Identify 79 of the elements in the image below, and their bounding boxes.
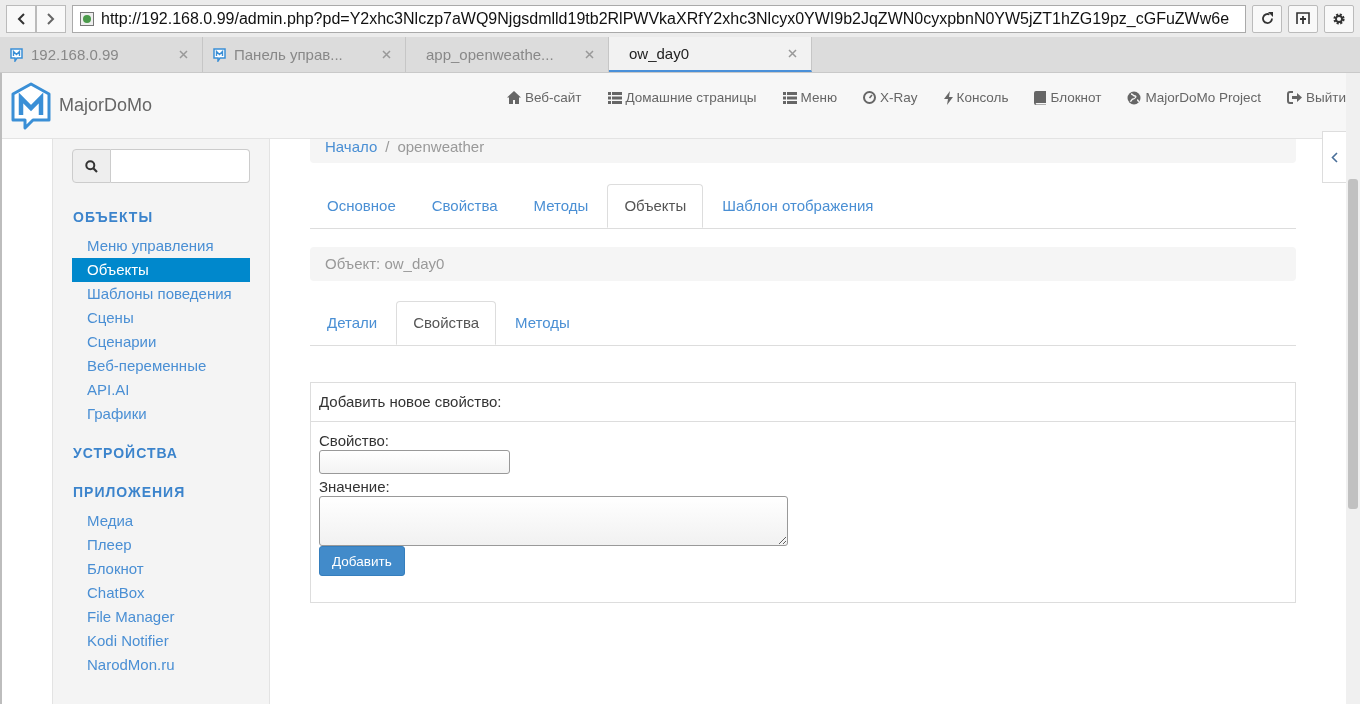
book-icon bbox=[1034, 90, 1047, 105]
page-icon bbox=[80, 11, 94, 26]
settings-icon bbox=[1332, 11, 1346, 26]
nav-link[interactable]: Веб-сайт bbox=[493, 90, 595, 105]
reload-button[interactable] bbox=[1252, 4, 1282, 33]
window-plus-icon bbox=[1296, 12, 1310, 25]
close-icon[interactable] bbox=[585, 50, 594, 59]
search-button[interactable] bbox=[72, 149, 111, 183]
tab[interactable]: Свойства bbox=[396, 301, 497, 345]
close-icon[interactable] bbox=[179, 50, 188, 59]
sidebar-item[interactable]: Объекты bbox=[72, 258, 250, 282]
sidebar-item[interactable]: Графики bbox=[72, 402, 250, 426]
sidebar-item[interactable]: NarodMon.ru bbox=[72, 653, 250, 677]
breadcrumb-separator: / bbox=[385, 139, 390, 155]
object-heading: Объект: ow_day0 bbox=[310, 247, 1296, 281]
tab[interactable]: Детали bbox=[310, 301, 395, 345]
m-logo-icon bbox=[10, 47, 23, 62]
brand-link[interactable]: MajorDoMo bbox=[11, 81, 153, 130]
m-logo-icon bbox=[11, 81, 51, 130]
section-heading[interactable]: УСТРОЙСТВА bbox=[73, 444, 250, 462]
nav-link[interactable]: Консоль bbox=[930, 90, 1022, 105]
nav-link[interactable]: MajorDoMo Project bbox=[1114, 90, 1274, 105]
sign-out-icon bbox=[1287, 91, 1302, 104]
lightning-icon bbox=[943, 90, 953, 105]
sidebar-item[interactable]: Сценарии bbox=[72, 330, 250, 354]
sidebar-item[interactable]: Сцены bbox=[72, 306, 250, 330]
nav-link[interactable]: X-Ray bbox=[850, 90, 931, 105]
chevron-right-icon bbox=[47, 12, 55, 25]
field-label: Значение: bbox=[319, 478, 390, 496]
add-button[interactable]: Добавить bbox=[319, 546, 405, 576]
sidebar-item[interactable]: ChatBox bbox=[72, 581, 250, 605]
close-icon[interactable] bbox=[788, 49, 797, 58]
sidebar-item[interactable]: File Manager bbox=[72, 605, 250, 629]
sidebar-item[interactable]: Шаблоны поведения bbox=[72, 282, 250, 306]
reload-icon bbox=[1260, 12, 1274, 25]
back-button[interactable] bbox=[6, 4, 36, 33]
list-icon bbox=[607, 91, 622, 104]
section-heading[interactable]: ОБЪЕКТЫ bbox=[73, 208, 250, 226]
sidebar-item[interactable]: Плеер bbox=[72, 533, 250, 557]
tab[interactable]: Методы bbox=[516, 184, 606, 228]
bookmark-button[interactable] bbox=[1288, 4, 1318, 33]
value-textarea[interactable] bbox=[319, 496, 788, 546]
list-icon bbox=[782, 91, 797, 104]
nav-link[interactable]: Меню bbox=[769, 90, 851, 105]
field-label: Свойство: bbox=[319, 432, 390, 450]
breadcrumb-item[interactable]: Начало bbox=[325, 139, 378, 155]
tab[interactable]: Методы bbox=[498, 301, 587, 345]
address-bar[interactable]: http://192.168.0.99/admin.php?pd=Y2xhc3Nlczp7aWQ9Njgsdmlld19tb2RlPWVkaXRfY2xhc3Nlcyx0YWI9b2JqZWN0cyxpbnN0YW5jZT1hZG19pz_cGFuZWw6e bbox=[72, 4, 1246, 33]
globe-icon bbox=[1127, 90, 1142, 105]
property-input[interactable] bbox=[319, 450, 510, 474]
tab[interactable]: Свойства bbox=[414, 184, 515, 228]
close-icon[interactable] bbox=[382, 50, 391, 59]
settings-button[interactable] bbox=[1324, 4, 1354, 33]
sidebar-item[interactable]: Медиа bbox=[72, 509, 250, 533]
m-logo-icon bbox=[213, 47, 226, 62]
section-heading[interactable]: ПРИЛОЖЕНИЯ bbox=[73, 483, 250, 501]
search-field[interactable] bbox=[111, 149, 250, 183]
tab[interactable]: Основное bbox=[310, 184, 413, 228]
nav-link[interactable]: Блокнот bbox=[1021, 90, 1115, 105]
chevron-left-icon bbox=[1331, 151, 1338, 163]
tab[interactable]: Объекты bbox=[607, 184, 704, 228]
sidebar-item[interactable]: API.AI bbox=[72, 378, 250, 402]
sidebar-item[interactable]: Веб-переменные bbox=[72, 354, 250, 378]
sidebar-item[interactable]: Блокнот bbox=[72, 557, 250, 581]
forward-button[interactable] bbox=[36, 4, 66, 33]
sidebar-item[interactable]: Kodi Notifier bbox=[72, 629, 250, 653]
home-icon bbox=[506, 91, 521, 104]
chevron-left-icon bbox=[17, 12, 25, 25]
sidebar-item[interactable]: Меню управления bbox=[72, 234, 250, 258]
breadcrumb-item: openweather bbox=[397, 139, 485, 155]
search-icon bbox=[85, 159, 98, 173]
scrollbar-thumb[interactable] bbox=[1348, 179, 1358, 509]
nav-link[interactable]: Домашние страницы bbox=[594, 90, 770, 105]
nav-link[interactable]: Выйти bbox=[1274, 90, 1346, 105]
browser-tab[interactable]: ow_day0 bbox=[609, 37, 812, 72]
panel-toggle-button[interactable] bbox=[1322, 131, 1346, 183]
gauge-icon bbox=[863, 91, 877, 104]
panel-title: Добавить новое свойство: bbox=[311, 383, 1295, 422]
tab[interactable]: Шаблон отображения bbox=[705, 184, 891, 228]
